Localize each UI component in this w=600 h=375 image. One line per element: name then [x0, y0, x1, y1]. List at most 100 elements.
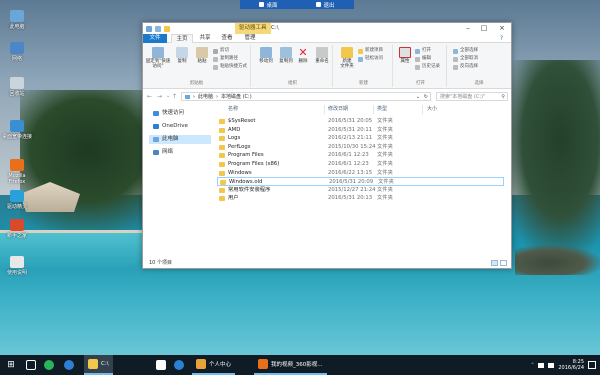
window-title: C:\	[271, 25, 279, 31]
table-row[interactable]: Windows 2016/6/22 13:15 文件夹	[217, 169, 504, 178]
clock[interactable]: 8:25 2016/6/24	[558, 359, 584, 371]
invert-selection-button[interactable]: 反向选择	[453, 64, 478, 70]
properties-quick-icon[interactable]	[155, 25, 161, 32]
select-none-button[interactable]: 全部取消	[453, 56, 478, 62]
recent-dropdown-icon[interactable]: ⌄	[166, 93, 170, 99]
file-name: $SysReset	[228, 118, 256, 124]
properties-button[interactable]: 属性	[396, 47, 414, 64]
remote-exit-button[interactable]: 退出	[316, 1, 335, 9]
network-tray-icon[interactable]	[538, 362, 545, 368]
pinned-store-button[interactable]	[156, 355, 166, 375]
pinned-k-button[interactable]	[174, 355, 184, 375]
desktop-shortcut[interactable]: Mozilla Firefox	[2, 159, 32, 185]
details-view-icon[interactable]	[491, 260, 498, 266]
history-button[interactable]: 历史记录	[415, 64, 440, 70]
desktop-shortcut[interactable]: 回收站	[2, 77, 32, 97]
desktop-shortcut[interactable]: 网络	[2, 42, 32, 62]
table-row[interactable]: PerfLogs 2015/10/30 15:24 文件夹	[217, 143, 504, 152]
address-dropdown-icon[interactable]: ⌄	[416, 93, 420, 101]
volume-icon[interactable]	[548, 362, 555, 368]
file-type: 文件夹	[377, 195, 393, 202]
table-row[interactable]: Program Files (x86) 2016/6/1 12:23 文件夹	[217, 160, 504, 169]
address-bar[interactable]: › 此电脑 › 本地磁盘 (C:) ⌄ ↻	[181, 92, 431, 101]
nav-item[interactable]: OneDrive	[149, 122, 211, 131]
tab-view[interactable]: 查看	[217, 34, 237, 43]
title-bar[interactable]: 驱动器工具 C:\ – □ ×	[143, 23, 511, 34]
notification-icon[interactable]	[588, 361, 596, 369]
table-row[interactable]: Windows.old 2016/5/31 20:09 文件夹	[217, 177, 504, 186]
breadcrumb-this-pc[interactable]: 此电脑	[198, 93, 213, 101]
drive-tools-context-tab[interactable]: 驱动器工具	[235, 23, 271, 34]
copy-to-button[interactable]: 复制到	[275, 47, 297, 64]
paste-button[interactable]: 粘贴	[191, 47, 213, 64]
file-name: Program Files	[228, 152, 264, 159]
file-type: 文件夹	[377, 143, 393, 150]
taskbar-app-button[interactable]: C:\	[84, 355, 113, 375]
forward-arrow-icon[interactable]: →	[157, 93, 162, 100]
table-row[interactable]: Logs 2016/2/13 21:11 文件夹	[217, 134, 504, 143]
move-to-button[interactable]: 移动到	[255, 47, 277, 64]
desktop-shortcut[interactable]: 使用说明	[2, 256, 32, 276]
desktop-shortcut[interactable]: 桌面宽带连接	[2, 120, 32, 140]
table-row[interactable]: $SysReset 2016/5/31 20:05 文件夹	[217, 117, 504, 126]
help-icon[interactable]: ?	[500, 35, 503, 42]
tab-home[interactable]: 主页	[171, 34, 193, 43]
column-size[interactable]: 大小	[427, 105, 437, 114]
copy-path-button[interactable]: 复制路径	[213, 56, 238, 62]
rename-button[interactable]: 重命名	[311, 47, 333, 64]
minimize-button[interactable]: –	[461, 23, 475, 34]
select-all-button[interactable]: 全部选择	[453, 48, 478, 54]
k-app-icon	[174, 360, 184, 370]
paste-shortcut-button[interactable]: 粘贴快捷方式	[213, 64, 247, 70]
folder-icon	[219, 170, 225, 176]
table-row[interactable]: Program Files 2016/6/1 12:23 文件夹	[217, 151, 504, 160]
nav-item[interactable]: 快速访问	[149, 109, 211, 118]
refresh-icon[interactable]: ↻	[424, 93, 428, 101]
copy-button[interactable]: 复制	[171, 47, 193, 64]
pinned-edge-button[interactable]	[64, 355, 74, 375]
column-type[interactable]: 类型	[377, 105, 387, 114]
explorer-icon	[88, 359, 98, 369]
large-icons-view-icon[interactable]	[500, 260, 507, 266]
open-button[interactable]: 打开	[415, 48, 431, 54]
new-folder-button[interactable]: 新建 文件夹	[336, 47, 358, 69]
edit-button[interactable]: 编辑	[415, 56, 431, 62]
search-input[interactable]: 搜索"本地磁盘 (C:)" ⚲	[436, 92, 508, 101]
desktop-shortcut[interactable]: 新手之家	[2, 219, 32, 239]
new-item-button[interactable]: 新建项目	[358, 48, 383, 54]
easy-access-button[interactable]: 轻松访问	[358, 56, 383, 62]
taskbar-app-button[interactable]: 个人中心	[192, 355, 236, 375]
column-date[interactable]: 修改日期	[328, 105, 348, 114]
up-arrow-icon[interactable]: ↑	[172, 93, 177, 100]
cut-button[interactable]: 剪切	[213, 48, 229, 54]
file-date: 2016/5/31 20:13	[328, 195, 373, 202]
table-row[interactable]: 用户 2016/5/31 20:13 文件夹	[217, 194, 504, 203]
tab-file[interactable]: 文件	[143, 34, 167, 43]
nav-item[interactable]: 此电脑	[149, 135, 211, 144]
desktop-shortcut[interactable]: 此电脑	[2, 10, 32, 30]
tab-manage[interactable]: 管理	[239, 34, 261, 43]
tray-arrow-icon[interactable]: ⌃	[531, 363, 535, 368]
breadcrumb-local-disk[interactable]: 本地磁盘 (C:)	[221, 93, 252, 101]
delete-button[interactable]: ✕ 删除	[295, 47, 311, 64]
close-button[interactable]: ×	[495, 23, 509, 34]
user-center-icon	[196, 359, 206, 369]
column-name[interactable]: 名称	[228, 105, 238, 114]
remote-desktop-button[interactable]: 桌面	[259, 1, 278, 9]
tab-share[interactable]: 共享	[195, 34, 215, 43]
start-button[interactable]: ⊞	[4, 355, 18, 375]
table-row[interactable]: 常用软件安装程序 2015/12/27 21:24 文件夹	[217, 186, 504, 195]
new-item-icon	[358, 48, 363, 54]
back-arrow-icon[interactable]: ←	[147, 93, 152, 100]
pin-quick-access-button[interactable]: 固定到"快速访问"	[145, 47, 171, 69]
task-view-button[interactable]	[26, 355, 36, 375]
taskbar-app-button[interactable]: 我的视频_360影视...	[254, 355, 327, 375]
desktop-shortcut[interactable]: 驱动精灵	[2, 190, 32, 210]
file-type: 文件夹	[377, 152, 393, 159]
folder-icon	[219, 162, 225, 167]
pinned-360-button[interactable]	[44, 355, 54, 375]
nav-item[interactable]: 网络	[149, 148, 211, 157]
table-row[interactable]: AMD 2016/5/31 20:11 文件夹	[217, 126, 504, 135]
new-folder-quick-icon[interactable]	[164, 25, 170, 32]
maximize-button[interactable]: □	[477, 23, 491, 34]
